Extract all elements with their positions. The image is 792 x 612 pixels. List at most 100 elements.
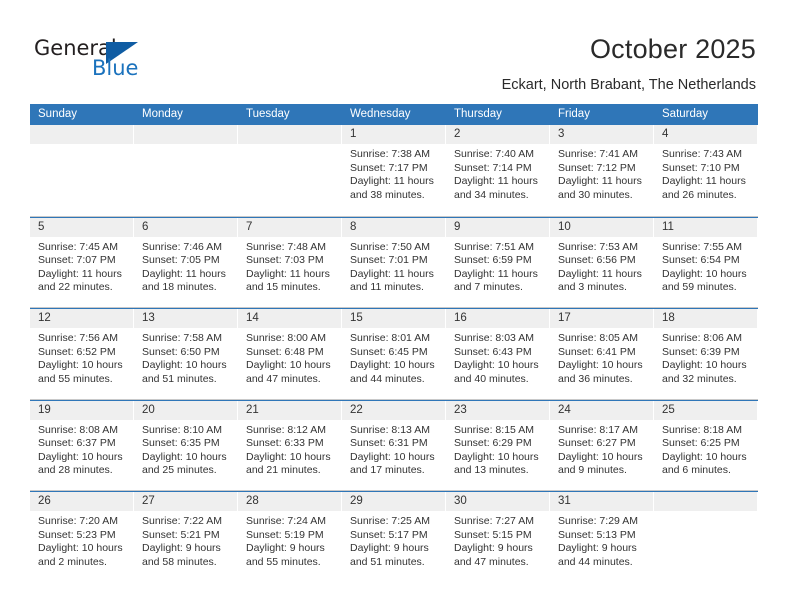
daylight-text-line2: and 47 minutes. bbox=[454, 555, 529, 568]
sunset-text: Sunset: 6:33 PM bbox=[246, 437, 324, 450]
calendar-day-cell[interactable]: 11 Sunrise: 7:55 AM Sunset: 6:54 PM Dayligh… bbox=[654, 217, 758, 307]
day-details: Sunrise: 7:51 AM Sunset: 6:59 PM Daylight:… bbox=[446, 237, 549, 295]
calendar-day-cell[interactable]: 17 Sunrise: 8:05 AM Sunset: 6:41 PM Dayligh… bbox=[550, 309, 654, 399]
day-details: Sunrise: 7:48 AM Sunset: 7:03 PM Daylight:… bbox=[238, 237, 341, 295]
calendar-day-cell[interactable]: 25 Sunrise: 8:18 AM Sunset: 6:25 PM Dayligh… bbox=[654, 400, 758, 490]
calendar-day-cell[interactable]: 24 Sunrise: 8:17 AM Sunset: 6:27 PM Dayligh… bbox=[550, 400, 654, 490]
daylight-text-line2: and 25 minutes. bbox=[142, 464, 217, 477]
day-details: Sunrise: 7:40 AM Sunset: 7:14 PM Daylight:… bbox=[446, 144, 549, 202]
daylight-text-line2: and 9 minutes. bbox=[558, 464, 627, 477]
day-details: Sunrise: 7:45 AM Sunset: 7:07 PM Daylight:… bbox=[30, 237, 133, 295]
calendar-day-cell[interactable]: 20 Sunrise: 8:10 AM Sunset: 6:35 PM Dayligh… bbox=[134, 400, 238, 490]
daylight-text-line1: Daylight: 11 hours bbox=[558, 267, 642, 280]
calendar-day-cell[interactable]: 7 Sunrise: 7:48 AM Sunset: 7:03 PM Daylight… bbox=[238, 217, 342, 307]
day-details: Sunrise: 7:58 AM Sunset: 6:50 PM Daylight:… bbox=[134, 328, 237, 386]
sunrise-text: Sunrise: 8:05 AM bbox=[558, 332, 638, 344]
calendar-day-cell[interactable]: 30 Sunrise: 7:27 AM Sunset: 5:15 PM Dayligh… bbox=[446, 492, 550, 582]
daylight-text-line2: and 51 minutes. bbox=[350, 555, 425, 568]
sunset-text: Sunset: 7:12 PM bbox=[558, 161, 636, 174]
brand-logo[interactable]: General Blue bbox=[34, 36, 164, 84]
calendar-day-cell[interactable]: 4 Sunrise: 7:43 AM Sunset: 7:10 PM Daylight… bbox=[654, 125, 758, 216]
sunset-text: Sunset: 7:07 PM bbox=[38, 254, 116, 267]
daylight-text-line1: Daylight: 11 hours bbox=[246, 267, 330, 280]
sunset-text: Sunset: 5:15 PM bbox=[454, 528, 532, 541]
daylight-text-line1: Daylight: 11 hours bbox=[558, 175, 642, 188]
daylight-text-line2: and 55 minutes. bbox=[38, 372, 113, 385]
calendar-day-cell[interactable]: 12 Sunrise: 7:56 AM Sunset: 6:52 PM Dayligh… bbox=[30, 309, 134, 399]
calendar-day-cell[interactable]: 14 Sunrise: 8:00 AM Sunset: 6:48 PM Dayligh… bbox=[238, 309, 342, 399]
daylight-text-line1: Daylight: 9 hours bbox=[454, 542, 533, 555]
daylight-text-line2: and 21 minutes. bbox=[246, 464, 321, 477]
day-number: 2 bbox=[446, 125, 549, 144]
daylight-text-line2: and 22 minutes. bbox=[38, 281, 113, 294]
calendar-day-cell[interactable]: 18 Sunrise: 8:06 AM Sunset: 6:39 PM Dayligh… bbox=[654, 309, 758, 399]
day-number: 25 bbox=[654, 400, 757, 420]
sunset-text: Sunset: 6:54 PM bbox=[662, 254, 740, 267]
daylight-text-line1: Daylight: 10 hours bbox=[454, 359, 539, 372]
day-number bbox=[238, 125, 341, 144]
calendar-week-row: 1 Sunrise: 7:38 AM Sunset: 7:17 PM Daylight… bbox=[30, 125, 758, 216]
sunset-text: Sunset: 6:48 PM bbox=[246, 345, 324, 358]
daylight-text-line1: Daylight: 10 hours bbox=[142, 450, 227, 463]
sunrise-text: Sunrise: 7:41 AM bbox=[558, 148, 638, 160]
daylight-text-line1: Daylight: 9 hours bbox=[142, 542, 221, 555]
sunset-text: Sunset: 6:56 PM bbox=[558, 254, 636, 267]
day-of-week-header-row: Sunday Monday Tuesday Wednesday Thursday… bbox=[30, 104, 758, 125]
sunset-text: Sunset: 5:21 PM bbox=[142, 528, 220, 541]
calendar-day-cell[interactable]: 22 Sunrise: 8:13 AM Sunset: 6:31 PM Dayligh… bbox=[342, 400, 446, 490]
daylight-text-line1: Daylight: 10 hours bbox=[350, 450, 435, 463]
calendar-day-cell[interactable]: 13 Sunrise: 7:58 AM Sunset: 6:50 PM Dayligh… bbox=[134, 309, 238, 399]
sunrise-text: Sunrise: 8:12 AM bbox=[246, 423, 326, 436]
sunrise-text: Sunrise: 8:13 AM bbox=[350, 423, 430, 436]
calendar-day-cell[interactable]: 31 Sunrise: 7:29 AM Sunset: 5:13 PM Dayligh… bbox=[550, 492, 654, 582]
page-header: General Blue October 2025 Eckart, North … bbox=[0, 0, 792, 100]
daylight-text-line1: Daylight: 9 hours bbox=[246, 542, 325, 555]
day-number: 12 bbox=[30, 309, 133, 328]
calendar-day-cell[interactable]: 8 Sunrise: 7:50 AM Sunset: 7:01 PM Daylight… bbox=[342, 217, 446, 307]
calendar-day-cell[interactable]: 26 Sunrise: 7:20 AM Sunset: 5:23 PM Dayligh… bbox=[30, 492, 134, 582]
calendar-day-cell[interactable]: 2 Sunrise: 7:40 AM Sunset: 7:14 PM Daylight… bbox=[446, 125, 550, 216]
calendar-day-cell[interactable]: 6 Sunrise: 7:46 AM Sunset: 7:05 PM Daylight… bbox=[134, 217, 238, 307]
day-details: Sunrise: 8:12 AM Sunset: 6:33 PM Daylight:… bbox=[238, 420, 341, 478]
day-number bbox=[134, 125, 237, 144]
calendar-day-cell[interactable]: 16 Sunrise: 8:03 AM Sunset: 6:43 PM Dayligh… bbox=[446, 309, 550, 399]
day-number: 30 bbox=[446, 492, 549, 511]
daylight-text-line2: and 44 minutes. bbox=[558, 555, 633, 568]
sunset-text: Sunset: 6:37 PM bbox=[38, 437, 116, 450]
calendar-day-cell[interactable]: 28 Sunrise: 7:24 AM Sunset: 5:19 PM Dayligh… bbox=[238, 492, 342, 582]
daylight-text-line2: and 18 minutes. bbox=[142, 281, 217, 294]
calendar-day-cell[interactable]: 1 Sunrise: 7:38 AM Sunset: 7:17 PM Daylight… bbox=[342, 125, 446, 216]
sunset-text: Sunset: 6:27 PM bbox=[558, 437, 636, 450]
daylight-text-line2: and 55 minutes. bbox=[246, 555, 321, 568]
day-details: Sunrise: 7:38 AM Sunset: 7:17 PM Daylight:… bbox=[342, 144, 445, 202]
sunset-text: Sunset: 6:31 PM bbox=[350, 437, 428, 450]
sunrise-text: Sunrise: 7:55 AM bbox=[662, 240, 742, 253]
daylight-text-line1: Daylight: 10 hours bbox=[142, 359, 227, 372]
day-details: Sunrise: 8:15 AM Sunset: 6:29 PM Daylight:… bbox=[446, 420, 549, 478]
sunrise-text: Sunrise: 7:25 AM bbox=[350, 515, 430, 527]
calendar-day-cell-empty bbox=[654, 492, 758, 582]
calendar-day-cell[interactable]: 19 Sunrise: 8:08 AM Sunset: 6:37 PM Dayligh… bbox=[30, 400, 134, 490]
calendar-day-cell[interactable]: 5 Sunrise: 7:45 AM Sunset: 7:07 PM Daylight… bbox=[30, 217, 134, 307]
calendar-day-cell[interactable]: 3 Sunrise: 7:41 AM Sunset: 7:12 PM Daylight… bbox=[550, 125, 654, 216]
sunrise-text: Sunrise: 7:45 AM bbox=[38, 240, 118, 253]
calendar-day-cell[interactable]: 21 Sunrise: 8:12 AM Sunset: 6:33 PM Dayligh… bbox=[238, 400, 342, 490]
day-details: Sunrise: 7:27 AM Sunset: 5:15 PM Daylight:… bbox=[446, 511, 549, 569]
calendar-day-cell[interactable]: 15 Sunrise: 8:01 AM Sunset: 6:45 PM Dayligh… bbox=[342, 309, 446, 399]
calendar-day-cell[interactable]: 10 Sunrise: 7:53 AM Sunset: 6:56 PM Dayligh… bbox=[550, 217, 654, 307]
day-number: 9 bbox=[446, 217, 549, 237]
calendar-day-cell[interactable]: 9 Sunrise: 7:51 AM Sunset: 6:59 PM Daylight… bbox=[446, 217, 550, 307]
calendar-day-cell[interactable]: 23 Sunrise: 8:15 AM Sunset: 6:29 PM Dayligh… bbox=[446, 400, 550, 490]
sunrise-text: Sunrise: 7:24 AM bbox=[246, 515, 326, 527]
daylight-text-line2: and 17 minutes. bbox=[350, 464, 425, 477]
sunrise-text: Sunrise: 8:01 AM bbox=[350, 332, 430, 344]
calendar-page: General Blue October 2025 Eckart, North … bbox=[0, 0, 792, 612]
daylight-text-line1: Daylight: 11 hours bbox=[454, 267, 538, 280]
calendar-day-cell[interactable]: 29 Sunrise: 7:25 AM Sunset: 5:17 PM Dayligh… bbox=[342, 492, 446, 582]
sunrise-text: Sunrise: 7:56 AM bbox=[38, 332, 118, 344]
daylight-text-line1: Daylight: 9 hours bbox=[350, 542, 429, 555]
sunrise-text: Sunrise: 7:20 AM bbox=[38, 515, 118, 527]
sunset-text: Sunset: 7:14 PM bbox=[454, 161, 532, 174]
calendar-day-cell[interactable]: 27 Sunrise: 7:22 AM Sunset: 5:21 PM Dayligh… bbox=[134, 492, 238, 582]
sunrise-text: Sunrise: 7:51 AM bbox=[454, 240, 534, 253]
